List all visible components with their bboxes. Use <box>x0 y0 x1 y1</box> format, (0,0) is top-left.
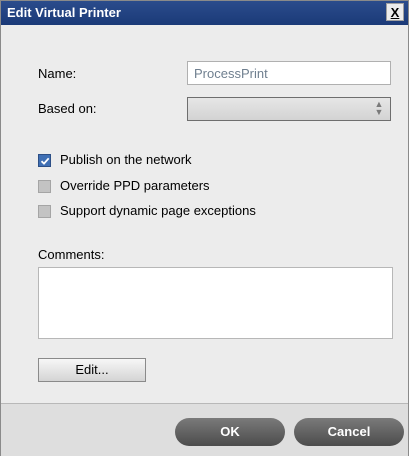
publish-on-network-label: Publish on the network <box>60 152 192 167</box>
override-ppd-checkbox[interactable] <box>38 180 51 193</box>
close-icon: X <box>390 5 400 20</box>
edit-button[interactable]: Edit... <box>38 358 146 382</box>
dynamic-page-exceptions-checkbox[interactable] <box>38 205 51 218</box>
publish-on-network-checkbox[interactable] <box>38 154 51 167</box>
dialog-title: Edit Virtual Printer <box>7 5 121 20</box>
based-on-select[interactable]: ▲ ▼ <box>187 97 391 121</box>
based-on-label: Based on: <box>38 101 97 116</box>
chevron-updown-icon: ▲ ▼ <box>374 99 384 117</box>
edit-virtual-printer-dialog: Edit Virtual Printer X Name: Based on: ▲… <box>0 0 409 456</box>
name-label: Name: <box>38 66 77 81</box>
dynamic-page-exceptions-label: Support dynamic page exceptions <box>60 203 256 218</box>
comments-label: Comments: <box>38 247 105 262</box>
comments-field[interactable] <box>38 267 393 339</box>
close-button[interactable]: X <box>386 3 404 21</box>
override-ppd-label: Override PPD parameters <box>60 178 210 193</box>
checkmark-icon <box>40 157 50 165</box>
title-bar: Edit Virtual Printer X <box>1 1 408 25</box>
name-field[interactable] <box>187 61 391 85</box>
cancel-button[interactable]: Cancel <box>294 418 404 446</box>
ok-button[interactable]: OK <box>175 418 285 446</box>
